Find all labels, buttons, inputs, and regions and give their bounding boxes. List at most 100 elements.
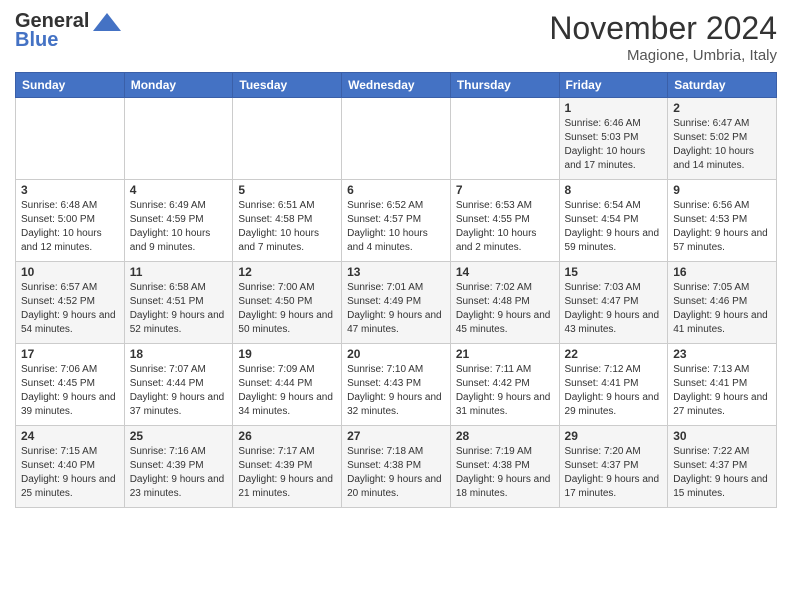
calendar-cell: 29 Sunrise: 7:20 AM Sunset: 4:37 PM Dayli…: [559, 426, 668, 508]
calendar-cell: 26Sunrise: 7:17 AM Sunset: 4:39 PM Dayli…: [233, 426, 342, 508]
day-info: Sunrise: 7:12 AM Sunset: 4:41 PM Dayligh…: [565, 363, 663, 419]
day-info: Sunrise: 7:13 AM Sunset: 4:41 PM Dayligh…: [673, 363, 771, 419]
calendar-cell: 22 Sunrise: 7:12 AM Sunset: 4:41 PM Dayli…: [559, 344, 668, 426]
calendar-week-row: 10Sunrise: 6:57 AM Sunset: 4:52 PM Dayli…: [16, 262, 777, 344]
day-number: 5: [238, 183, 336, 197]
calendar-cell: 10Sunrise: 6:57 AM Sunset: 4:52 PM Dayli…: [16, 262, 125, 344]
day-number: 6: [347, 183, 445, 197]
day-info: Sunrise: 6:52 AM Sunset: 4:57 PM Dayligh…: [347, 199, 445, 255]
calendar-cell: 2Sunrise: 6:47 AM Sunset: 5:02 PM Daylig…: [668, 98, 777, 180]
logo-blue-text: Blue: [15, 29, 58, 51]
day-info: Sunrise: 7:10 AM Sunset: 4:43 PM Dayligh…: [347, 363, 445, 419]
day-info: Sunrise: 6:57 AM Sunset: 4:52 PM Dayligh…: [21, 281, 119, 337]
col-friday: Friday: [559, 73, 668, 98]
calendar-cell: 14 Sunrise: 7:02 AM Sunset: 4:48 PM Dayli…: [450, 262, 559, 344]
day-number: 24: [21, 429, 119, 443]
day-number: 16: [673, 265, 771, 279]
day-number: 25: [130, 429, 228, 443]
day-number: 18: [130, 347, 228, 361]
header: General Blue November 2024 Magione, Umbr…: [15, 10, 777, 64]
calendar-cell: 19 Sunrise: 7:09 AM Sunset: 4:44 PM Dayli…: [233, 344, 342, 426]
calendar-cell: 7 Sunrise: 6:53 AM Sunset: 4:55 PM Daylig…: [450, 180, 559, 262]
calendar-table: Sunday Monday Tuesday Wednesday Thursday…: [15, 72, 777, 508]
day-info: Sunrise: 7:16 AM Sunset: 4:39 PM Dayligh…: [130, 445, 228, 501]
day-number: 11: [130, 265, 228, 279]
calendar-cell: 4 Sunrise: 6:49 AM Sunset: 4:59 PM Daylig…: [124, 180, 233, 262]
day-number: 30: [673, 429, 771, 443]
day-info: Sunrise: 7:22 AM Sunset: 4:37 PM Dayligh…: [673, 445, 771, 501]
day-number: 13: [347, 265, 445, 279]
calendar-cell: [233, 98, 342, 180]
day-info: Sunrise: 6:48 AM Sunset: 5:00 PM Dayligh…: [21, 199, 119, 255]
day-number: 22: [565, 347, 663, 361]
day-info: Sunrise: 6:58 AM Sunset: 4:51 PM Dayligh…: [130, 281, 228, 337]
day-info: Sunrise: 6:49 AM Sunset: 4:59 PM Dayligh…: [130, 199, 228, 255]
day-info: Sunrise: 7:17 AM Sunset: 4:39 PM Dayligh…: [238, 445, 336, 501]
calendar-cell: 13Sunrise: 7:01 AM Sunset: 4:49 PM Dayli…: [342, 262, 451, 344]
day-info: Sunrise: 7:20 AM Sunset: 4:37 PM Dayligh…: [565, 445, 663, 501]
calendar-cell: 28 Sunrise: 7:19 AM Sunset: 4:38 PM Dayli…: [450, 426, 559, 508]
day-info: Sunrise: 7:19 AM Sunset: 4:38 PM Dayligh…: [456, 445, 554, 501]
calendar-cell: 9 Sunrise: 6:56 AM Sunset: 4:53 PM Daylig…: [668, 180, 777, 262]
logo-flag-icon: [91, 11, 123, 33]
col-wednesday: Wednesday: [342, 73, 451, 98]
day-info: Sunrise: 7:18 AM Sunset: 4:38 PM Dayligh…: [347, 445, 445, 501]
day-info: Sunrise: 6:47 AM Sunset: 5:02 PM Dayligh…: [673, 117, 771, 173]
day-number: 1: [565, 101, 663, 115]
day-number: 7: [456, 183, 554, 197]
calendar-cell: 12Sunrise: 7:00 AM Sunset: 4:50 PM Dayli…: [233, 262, 342, 344]
day-number: 17: [21, 347, 119, 361]
day-info: Sunrise: 7:09 AM Sunset: 4:44 PM Dayligh…: [238, 363, 336, 419]
calendar-cell: 24 Sunrise: 7:15 AM Sunset: 4:40 PM Dayli…: [16, 426, 125, 508]
calendar-cell: [124, 98, 233, 180]
calendar-cell: 5Sunrise: 6:51 AM Sunset: 4:58 PM Daylig…: [233, 180, 342, 262]
calendar-cell: 6 Sunrise: 6:52 AM Sunset: 4:57 PM Daylig…: [342, 180, 451, 262]
day-number: 23: [673, 347, 771, 361]
day-info: Sunrise: 6:56 AM Sunset: 4:53 PM Dayligh…: [673, 199, 771, 255]
col-sunday: Sunday: [16, 73, 125, 98]
day-info: Sunrise: 6:54 AM Sunset: 4:54 PM Dayligh…: [565, 199, 663, 255]
day-info: Sunrise: 7:06 AM Sunset: 4:45 PM Dayligh…: [21, 363, 119, 419]
col-monday: Monday: [124, 73, 233, 98]
day-number: 3: [21, 183, 119, 197]
calendar-cell: 1Sunrise: 6:46 AM Sunset: 5:03 PM Daylig…: [559, 98, 668, 180]
day-number: 19: [238, 347, 336, 361]
calendar-week-row: 1Sunrise: 6:46 AM Sunset: 5:03 PM Daylig…: [16, 98, 777, 180]
calendar-cell: 11 Sunrise: 6:58 AM Sunset: 4:51 PM Dayli…: [124, 262, 233, 344]
calendar-cell: 16 Sunrise: 7:05 AM Sunset: 4:46 PM Dayli…: [668, 262, 777, 344]
day-info: Sunrise: 7:07 AM Sunset: 4:44 PM Dayligh…: [130, 363, 228, 419]
day-number: 15: [565, 265, 663, 279]
day-number: 12: [238, 265, 336, 279]
calendar-cell: 8 Sunrise: 6:54 AM Sunset: 4:54 PM Daylig…: [559, 180, 668, 262]
day-number: 14: [456, 265, 554, 279]
day-number: 29: [565, 429, 663, 443]
day-number: 4: [130, 183, 228, 197]
calendar-cell: 18 Sunrise: 7:07 AM Sunset: 4:44 PM Dayli…: [124, 344, 233, 426]
calendar-cell: 27 Sunrise: 7:18 AM Sunset: 4:38 PM Dayli…: [342, 426, 451, 508]
day-info: Sunrise: 7:11 AM Sunset: 4:42 PM Dayligh…: [456, 363, 554, 419]
calendar-cell: [16, 98, 125, 180]
calendar-week-row: 17 Sunrise: 7:06 AM Sunset: 4:45 PM Dayli…: [16, 344, 777, 426]
calendar-cell: 17 Sunrise: 7:06 AM Sunset: 4:45 PM Dayli…: [16, 344, 125, 426]
location-subtitle: Magione, Umbria, Italy: [549, 47, 777, 64]
day-info: Sunrise: 7:05 AM Sunset: 4:46 PM Dayligh…: [673, 281, 771, 337]
day-info: Sunrise: 7:15 AM Sunset: 4:40 PM Dayligh…: [21, 445, 119, 501]
day-number: 27: [347, 429, 445, 443]
title-section: November 2024 Magione, Umbria, Italy: [549, 10, 777, 64]
day-number: 9: [673, 183, 771, 197]
calendar-cell: 30 Sunrise: 7:22 AM Sunset: 4:37 PM Dayli…: [668, 426, 777, 508]
col-saturday: Saturday: [668, 73, 777, 98]
day-number: 20: [347, 347, 445, 361]
day-number: 8: [565, 183, 663, 197]
calendar-cell: 23 Sunrise: 7:13 AM Sunset: 4:41 PM Dayli…: [668, 344, 777, 426]
day-info: Sunrise: 6:53 AM Sunset: 4:55 PM Dayligh…: [456, 199, 554, 255]
day-info: Sunrise: 7:02 AM Sunset: 4:48 PM Dayligh…: [456, 281, 554, 337]
month-title: November 2024: [549, 10, 777, 47]
calendar-cell: 3 Sunrise: 6:48 AM Sunset: 5:00 PM Daylig…: [16, 180, 125, 262]
calendar-cell: [342, 98, 451, 180]
calendar-cell: 20 Sunrise: 7:10 AM Sunset: 4:43 PM Dayli…: [342, 344, 451, 426]
main-container: General Blue November 2024 Magione, Umbr…: [0, 0, 792, 513]
logo: General Blue: [15, 10, 123, 52]
day-number: 28: [456, 429, 554, 443]
calendar-cell: 25 Sunrise: 7:16 AM Sunset: 4:39 PM Dayli…: [124, 426, 233, 508]
